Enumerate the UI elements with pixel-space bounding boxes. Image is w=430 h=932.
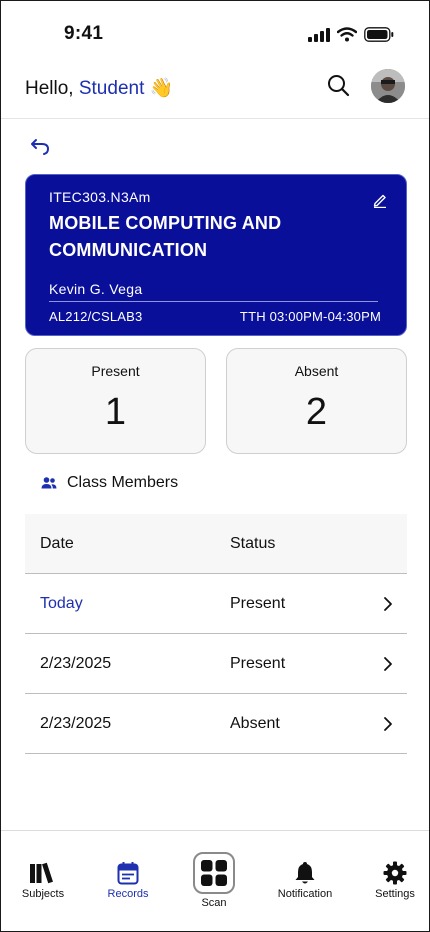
table-row[interactable]: Today Present <box>25 574 407 634</box>
row-status: Present <box>230 655 286 672</box>
table-header: Date Status <box>25 514 407 574</box>
undo-arrow-icon <box>31 139 50 155</box>
greeting-text: Hello, <box>25 78 74 99</box>
chevron-right-icon <box>384 597 392 611</box>
class-room: AL212/CSLAB3 <box>49 309 143 324</box>
nav-subjects-label: Subjects <box>21 888 65 900</box>
absent-count-card: Absent 2 <box>226 348 407 454</box>
nav-records-label: Records <box>107 888 149 900</box>
present-value: 1 <box>104 391 127 433</box>
present-count-card: Present 1 <box>25 348 206 454</box>
bottom-navigation: Subjects Records Scan Notification Setti… <box>1 830 429 931</box>
date-column-header: Date <box>40 535 74 552</box>
row-status: Absent <box>230 715 280 732</box>
books-icon <box>30 862 53 884</box>
nav-notification[interactable]: Notification <box>265 861 345 900</box>
app-header: Hello, Student 👋 <box>1 67 429 119</box>
search-icon <box>328 75 350 97</box>
avatar[interactable] <box>371 69 405 103</box>
status-bar: 9:41 <box>1 1 429 67</box>
nav-scan-label: Scan <box>201 897 227 909</box>
scan-icon <box>201 860 227 886</box>
row-date: Today <box>40 595 83 612</box>
class-members-link[interactable]: Class Members <box>41 474 178 492</box>
table-row[interactable]: 2/23/2025 Absent <box>25 694 407 754</box>
status-column-header: Status <box>230 535 276 552</box>
calendar-icon <box>117 862 139 885</box>
back-button[interactable] <box>28 136 52 156</box>
attendance-table: Date Status Today Present 2/23/2025 Pres… <box>25 514 407 754</box>
greeting: Hello, Student 👋 <box>25 76 173 100</box>
chevron-right-icon <box>384 717 392 731</box>
wave-emoji: 👋 <box>149 78 174 99</box>
row-date: 2/23/2025 <box>40 655 112 672</box>
table-row[interactable]: 2/23/2025 Present <box>25 634 407 694</box>
nav-notification-label: Notification <box>277 888 333 900</box>
row-status: Present <box>230 595 286 612</box>
nav-subjects[interactable]: Subjects <box>3 861 83 900</box>
nav-settings-label: Settings <box>375 888 415 900</box>
people-icon <box>41 477 57 489</box>
user-name: Student <box>78 78 145 99</box>
class-card: ITEC303.N3Am MOBILE COMPUTING AND COMMUN… <box>25 174 407 336</box>
card-divider <box>49 301 378 302</box>
pencil-icon <box>373 194 386 209</box>
row-date: 2/23/2025 <box>40 715 112 732</box>
class-schedule: TTH 03:00PM-04:30PM <box>239 309 381 324</box>
wifi-icon <box>337 27 357 42</box>
avatar-image <box>371 69 405 103</box>
scan-button[interactable] <box>193 852 235 894</box>
cellular-signal-icon <box>308 27 330 42</box>
nav-settings[interactable]: Settings <box>355 861 430 900</box>
class-title: MOBILE COMPUTING AND COMMUNICATION <box>49 213 282 260</box>
chevron-right-icon <box>384 657 392 671</box>
absent-value: 2 <box>305 391 328 433</box>
bell-icon <box>295 862 315 884</box>
nav-scan[interactable]: Scan <box>193 852 235 909</box>
battery-icon <box>364 27 394 42</box>
absent-label: Absent <box>294 363 339 379</box>
gear-icon <box>383 861 407 885</box>
nav-records[interactable]: Records <box>88 861 168 900</box>
search-button[interactable] <box>326 73 350 97</box>
status-time: 9:41 <box>64 23 104 44</box>
present-label: Present <box>91 363 140 379</box>
instructor-name: Kevin G. Vega <box>49 281 143 297</box>
status-icons <box>308 27 394 42</box>
edit-class-button[interactable] <box>372 192 388 209</box>
app-frame: 9:41 Hello, Student 👋 ITEC303.N3Am MOBIL… <box>0 0 430 932</box>
class-code: ITEC303.N3Am <box>49 189 151 205</box>
class-members-label: Class Members <box>67 474 179 491</box>
